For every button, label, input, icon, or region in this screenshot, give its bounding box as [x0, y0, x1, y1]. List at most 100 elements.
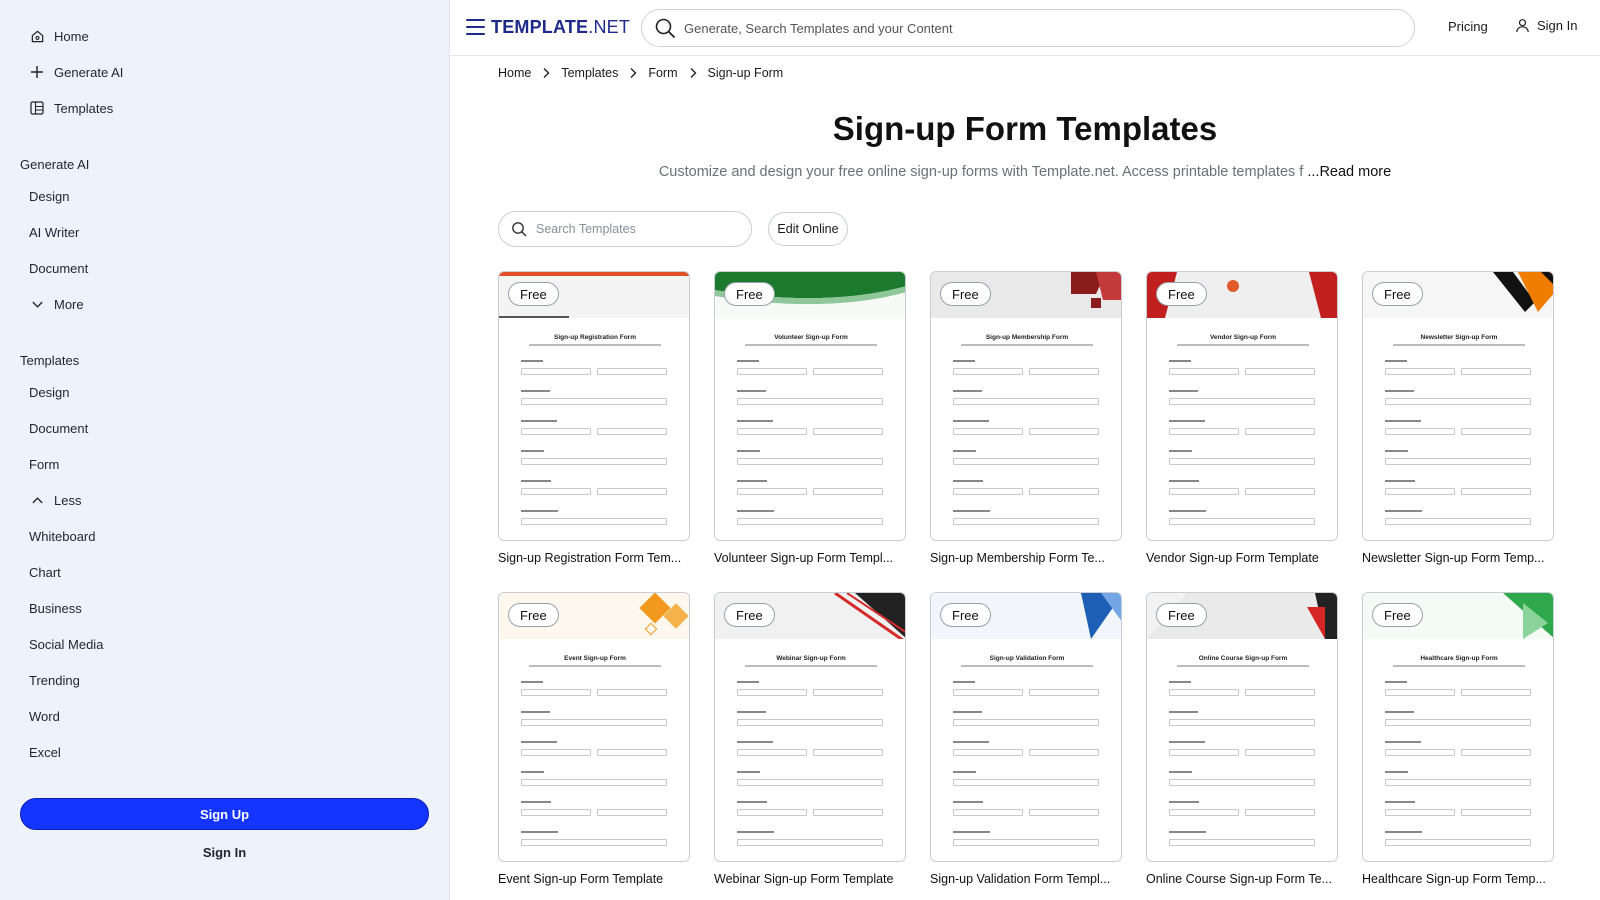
template-card[interactable]: Free Volunteer Sign-up Form Volunteer Sign… — [714, 271, 906, 565]
template-thumbnail[interactable]: Free Webinar Sign-up Form — [714, 592, 906, 862]
preview-form-title: Healthcare Sign-up Form — [1420, 655, 1498, 662]
template-card[interactable]: Free Sign-up Registration Form Sign-up Reg… — [498, 271, 690, 565]
free-badge: Free — [1372, 603, 1423, 627]
preview-field-box — [1385, 488, 1455, 495]
preview-field-label — [521, 360, 543, 362]
sidebar-item-design[interactable]: Design — [0, 178, 449, 214]
site-logo[interactable]: TEMPLATE.NET — [491, 17, 630, 38]
preview-field-label — [737, 360, 759, 362]
preview-field-label — [1385, 420, 1421, 422]
preview-field-label — [521, 681, 543, 683]
template-thumbnail[interactable]: Free Sign-up Registration Form — [498, 271, 690, 541]
template-thumbnail[interactable]: Free Healthcare Sign-up Form — [1362, 592, 1554, 862]
template-card[interactable]: Free Sign-up Membership Form Sign-up Membe… — [930, 271, 1122, 565]
template-card[interactable]: Free Newsletter Sign-up Form Newsletter Si… — [1362, 271, 1554, 565]
sidebar-item-word[interactable]: Word — [0, 698, 449, 734]
sidebar-sign-in-link[interactable]: Sign In — [0, 837, 449, 867]
sidebar-footer: Sign Up Sign In — [0, 790, 449, 900]
page-title: Sign-up Form Templates — [832, 110, 1218, 147]
template-card-title[interactable]: Newsletter Sign-up Form Temp... — [1362, 551, 1554, 565]
preview-field-label — [521, 480, 551, 482]
preview-field-box — [1385, 809, 1455, 816]
sidebar-item-document[interactable]: Document — [0, 410, 449, 446]
template-card[interactable]: Free Sign-up Validation Form Sign-up Valid… — [930, 592, 1122, 886]
form-preview: Vendor Sign-up Form — [1147, 272, 1337, 540]
form-preview: Healthcare Sign-up Form — [1363, 593, 1553, 861]
template-search-input[interactable] — [536, 222, 736, 236]
template-thumbnail[interactable]: Free Newsletter Sign-up Form — [1362, 271, 1554, 541]
template-card[interactable]: Free Webinar Sign-up Form Webinar Sign-up … — [714, 592, 906, 886]
sidebar-item-templates[interactable]: Templates — [0, 90, 449, 126]
template-card-title[interactable]: Sign-up Membership Form Te... — [930, 551, 1122, 565]
read-more-link[interactable]: ...Read more — [1307, 164, 1391, 180]
chevron-right-icon — [626, 66, 640, 80]
preview-field-box — [1385, 518, 1531, 525]
sidebar-item-document[interactable]: Document — [0, 250, 449, 286]
preview-field-box — [1245, 749, 1315, 756]
sidebar-item-trending[interactable]: Trending — [0, 662, 449, 698]
sidebar-item-excel[interactable]: Excel — [0, 734, 449, 770]
template-thumbnail[interactable]: Free Volunteer Sign-up Form — [714, 271, 906, 541]
template-card-title[interactable]: Online Course Sign-up Form Te... — [1146, 872, 1338, 886]
template-card-title[interactable]: Vendor Sign-up Form Template — [1146, 551, 1338, 565]
logo-suffix-text: .NET — [588, 17, 631, 37]
preview-field-label — [737, 681, 759, 683]
template-card-title[interactable]: Sign-up Registration Form Tem... — [498, 551, 690, 565]
preview-field-box — [953, 428, 1023, 435]
sidebar-item-business[interactable]: Business — [0, 590, 449, 626]
search-icon — [511, 221, 527, 237]
header-sign-in-link[interactable]: Sign In — [1515, 18, 1577, 33]
breadcrumb-form[interactable]: Form — [648, 66, 677, 80]
pricing-link[interactable]: Pricing — [1448, 19, 1488, 34]
preview-field-box — [1245, 488, 1315, 495]
template-thumbnail[interactable]: Free Vendor Sign-up Form — [1146, 271, 1338, 541]
preview-field-label — [953, 360, 975, 362]
template-thumbnail[interactable]: Free Sign-up Validation Form — [930, 592, 1122, 862]
global-search-bar[interactable] — [641, 9, 1415, 47]
sidebar-item-design[interactable]: Design — [0, 374, 449, 410]
template-search-bar[interactable] — [498, 211, 752, 247]
template-card[interactable]: Free Event Sign-up Form Event Sign-up Form… — [498, 592, 690, 886]
preview-field-box — [813, 809, 883, 816]
template-card-title[interactable]: Volunteer Sign-up Form Templ... — [714, 551, 906, 565]
breadcrumb-home[interactable]: Home — [498, 66, 531, 80]
template-card-title[interactable]: Sign-up Validation Form Templ... — [930, 872, 1122, 886]
preview-subtitle-line — [1177, 344, 1309, 346]
template-card[interactable]: Free Healthcare Sign-up Form Healthcare Si… — [1362, 592, 1554, 886]
edit-online-button[interactable]: Edit Online — [768, 212, 848, 246]
preview-field-box — [521, 368, 591, 375]
preview-field-label — [737, 831, 774, 833]
free-badge: Free — [1156, 603, 1207, 627]
template-thumbnail[interactable]: Free Sign-up Membership Form — [930, 271, 1122, 541]
template-card[interactable]: Free Online Course Sign-up Form Online Cou… — [1146, 592, 1338, 886]
template-thumbnail[interactable]: Free Event Sign-up Form — [498, 592, 690, 862]
menu-icon[interactable] — [466, 19, 485, 35]
sidebar-item-social-media[interactable]: Social Media — [0, 626, 449, 662]
sidebar-toggle-more[interactable]: More — [0, 286, 449, 322]
preview-field-label — [1385, 510, 1422, 512]
sidebar-item-ai-writer[interactable]: AI Writer — [0, 214, 449, 250]
preview-subtitle-line — [745, 344, 877, 346]
template-card-title[interactable]: Healthcare Sign-up Form Temp... — [1362, 872, 1554, 886]
sidebar-toggle-less[interactable]: Less — [0, 482, 449, 518]
preview-form-title: Sign-up Registration Form — [554, 334, 636, 341]
template-card[interactable]: Free Vendor Sign-up Form Vendor Sign-up Fo… — [1146, 271, 1338, 565]
sidebar-item-home[interactable]: Home — [0, 18, 449, 54]
template-card-title[interactable]: Event Sign-up Form Template — [498, 872, 690, 886]
sign-up-button[interactable]: Sign Up — [20, 798, 429, 830]
preview-subtitle-line — [961, 665, 1093, 667]
sidebar-item-whiteboard[interactable]: Whiteboard — [0, 518, 449, 554]
template-card-title[interactable]: Webinar Sign-up Form Template — [714, 872, 906, 886]
sidebar-scroll-area[interactable]: Home Generate AI Templates Generate AI D… — [0, 0, 449, 790]
sidebar-item-generate-ai[interactable]: Generate AI — [0, 54, 449, 90]
preview-field-label — [953, 741, 989, 743]
global-search-input[interactable] — [684, 20, 1364, 36]
form-preview: Event Sign-up Form — [499, 593, 689, 861]
sidebar-item-chart[interactable]: Chart — [0, 554, 449, 590]
preview-field-box — [1385, 458, 1531, 465]
preview-field-box — [1245, 368, 1315, 375]
breadcrumb-templates[interactable]: Templates — [561, 66, 618, 80]
preview-subtitle-line — [961, 344, 1093, 346]
sidebar-item-form[interactable]: Form — [0, 446, 449, 482]
template-thumbnail[interactable]: Free Online Course Sign-up Form — [1146, 592, 1338, 862]
